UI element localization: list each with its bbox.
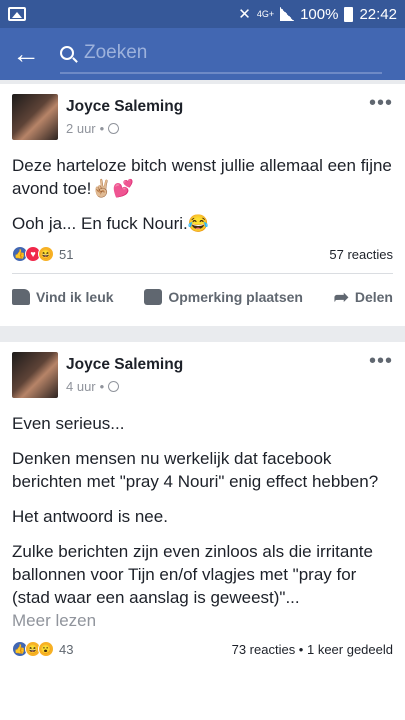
post-paragraph: Even serieus... bbox=[12, 414, 125, 433]
post-time[interactable]: 2 uur bbox=[66, 121, 96, 136]
like-button[interactable]: Vind ik leuk bbox=[12, 289, 114, 305]
post-header: Joyce Saleming 2 uur • ••• bbox=[0, 84, 405, 140]
comment-button[interactable]: Opmerking plaatsen bbox=[144, 289, 303, 305]
wow-reaction-icon: 😮 bbox=[38, 641, 54, 657]
network-label: 4G+ bbox=[256, 8, 275, 19]
post-paragraph: Ooh ja... En fuck Nouri.😂 bbox=[12, 214, 209, 233]
post-text: Even serieus... Denken mensen nu werkeli… bbox=[0, 412, 405, 632]
see-more-link[interactable]: Meer lezen bbox=[12, 609, 393, 632]
signal-icon bbox=[280, 7, 295, 21]
haha-reaction-icon: 😆 bbox=[38, 246, 54, 262]
author-name[interactable]: Joyce Saleming bbox=[66, 98, 183, 116]
share-button[interactable]: ➦ Delen bbox=[333, 287, 393, 307]
thumbs-up-icon bbox=[12, 289, 30, 305]
more-options-icon[interactable]: ••• bbox=[369, 92, 393, 115]
globe-icon bbox=[108, 381, 120, 392]
comment-icon bbox=[144, 289, 163, 305]
post-card: Joyce Saleming 2 uur • ••• Deze harteloz… bbox=[0, 84, 405, 326]
battery-icon bbox=[344, 6, 354, 22]
post-actions: Vind ik leuk Opmerking plaatsen ➦ Delen bbox=[0, 274, 405, 320]
reactions-summary[interactable]: 👍 ♥ 😆 51 57 reacties bbox=[0, 241, 405, 267]
post-header: Joyce Saleming 4 uur • ••• bbox=[0, 342, 405, 398]
reaction-count: 51 bbox=[59, 246, 74, 262]
avatar[interactable] bbox=[12, 352, 58, 398]
top-bar: ← Zoeken bbox=[0, 28, 405, 80]
avatar[interactable] bbox=[12, 94, 58, 140]
more-options-icon[interactable]: ••• bbox=[369, 350, 393, 373]
search-input[interactable]: Zoeken bbox=[60, 34, 382, 74]
clock: 22:42 bbox=[359, 5, 397, 23]
share-label: Delen bbox=[354, 289, 393, 305]
post-time[interactable]: 4 uur bbox=[66, 379, 96, 394]
search-icon bbox=[60, 46, 74, 60]
status-bar: ✕ 4G+ 100% 22:42 bbox=[0, 0, 405, 28]
post-paragraph: Denken mensen nu werkelijk dat facebook … bbox=[12, 449, 379, 491]
mute-icon: ✕ bbox=[238, 6, 251, 23]
post-paragraph: Deze harteloze bitch wenst jullie allema… bbox=[12, 156, 392, 198]
image-notification-icon bbox=[8, 7, 26, 21]
post-text: Deze harteloze bitch wenst jullie allema… bbox=[0, 154, 405, 235]
comments-count[interactable]: 57 reacties bbox=[329, 247, 393, 262]
comment-label: Opmerking plaatsen bbox=[168, 289, 303, 305]
reaction-count: 43 bbox=[59, 641, 74, 657]
globe-icon bbox=[108, 123, 120, 134]
reactions-summary[interactable]: 👍 😆 😮 43 73 reacties • 1 keer gedeeld bbox=[0, 636, 405, 662]
back-arrow-icon[interactable]: ← bbox=[12, 40, 48, 68]
search-placeholder: Zoeken bbox=[84, 42, 148, 63]
comments-count[interactable]: 73 reacties • 1 keer gedeeld bbox=[232, 642, 393, 657]
post-card: Joyce Saleming 4 uur • ••• Even serieus.… bbox=[0, 342, 405, 720]
battery-percent: 100% bbox=[300, 5, 339, 23]
post-paragraph: Het antwoord is nee. bbox=[12, 507, 168, 526]
like-label: Vind ik leuk bbox=[36, 289, 114, 305]
share-icon: ➦ bbox=[333, 287, 349, 307]
author-name[interactable]: Joyce Saleming bbox=[66, 356, 183, 374]
post-paragraph: Zulke berichten zijn even zinloos als di… bbox=[12, 542, 373, 607]
